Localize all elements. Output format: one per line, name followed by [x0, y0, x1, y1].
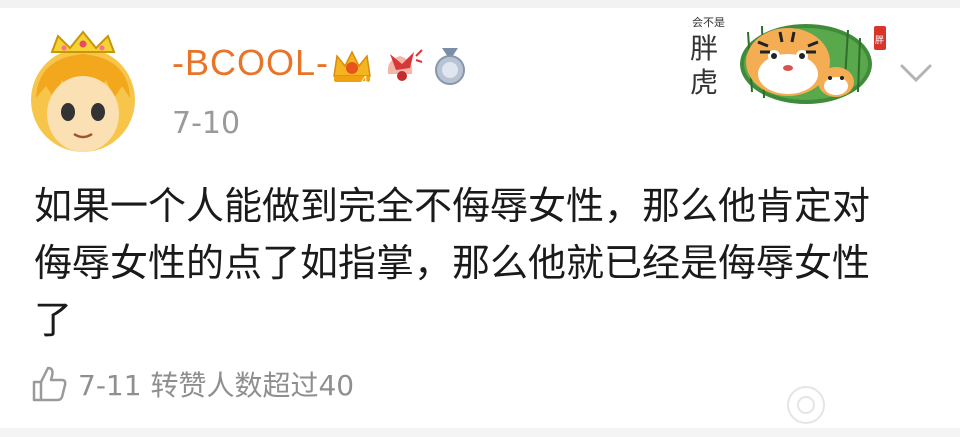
fat-tiger-sticker[interactable]: 会不是 胖 虎 胖 [688, 12, 888, 107]
post-content: 如果一个人能做到完全不侮辱女性，那么他肯定对 侮辱女性的点了如指掌，那么他就已经… [34, 178, 934, 349]
post-line: 如果一个人能做到完全不侮辱女性，那么他肯定对 [34, 184, 871, 228]
thumbs-up-icon[interactable] [30, 364, 68, 404]
repost-info: 7-11 转赞人数超过40 [78, 369, 355, 402]
sticker-title-2: 虎 [690, 66, 718, 99]
medal-badge[interactable] [430, 46, 470, 86]
crown-vip-badge[interactable]: 4 [330, 46, 374, 86]
sticker-seal: 胖 [875, 35, 884, 46]
sticker-title-1: 胖 [690, 32, 718, 65]
user-badges: 4 [330, 44, 470, 88]
post-line: 了 [34, 298, 73, 342]
user-avatar[interactable] [18, 28, 148, 158]
watermark-logo [787, 386, 825, 424]
top-divider [0, 0, 960, 8]
post-footer: 7-11 转赞人数超过40 [30, 362, 354, 406]
chevron-down-icon[interactable] [898, 58, 934, 86]
post-line: 侮辱女性的点了如指掌，那么他就已经是侮辱女性 [34, 241, 871, 285]
post-date: 7-10 [172, 106, 241, 141]
gift-badge[interactable] [380, 46, 424, 86]
sticker-caption: 会不是 [692, 16, 725, 29]
svg-text:4: 4 [361, 74, 368, 86]
bottom-divider [0, 428, 960, 437]
username[interactable]: -BCOOL- [172, 42, 329, 84]
